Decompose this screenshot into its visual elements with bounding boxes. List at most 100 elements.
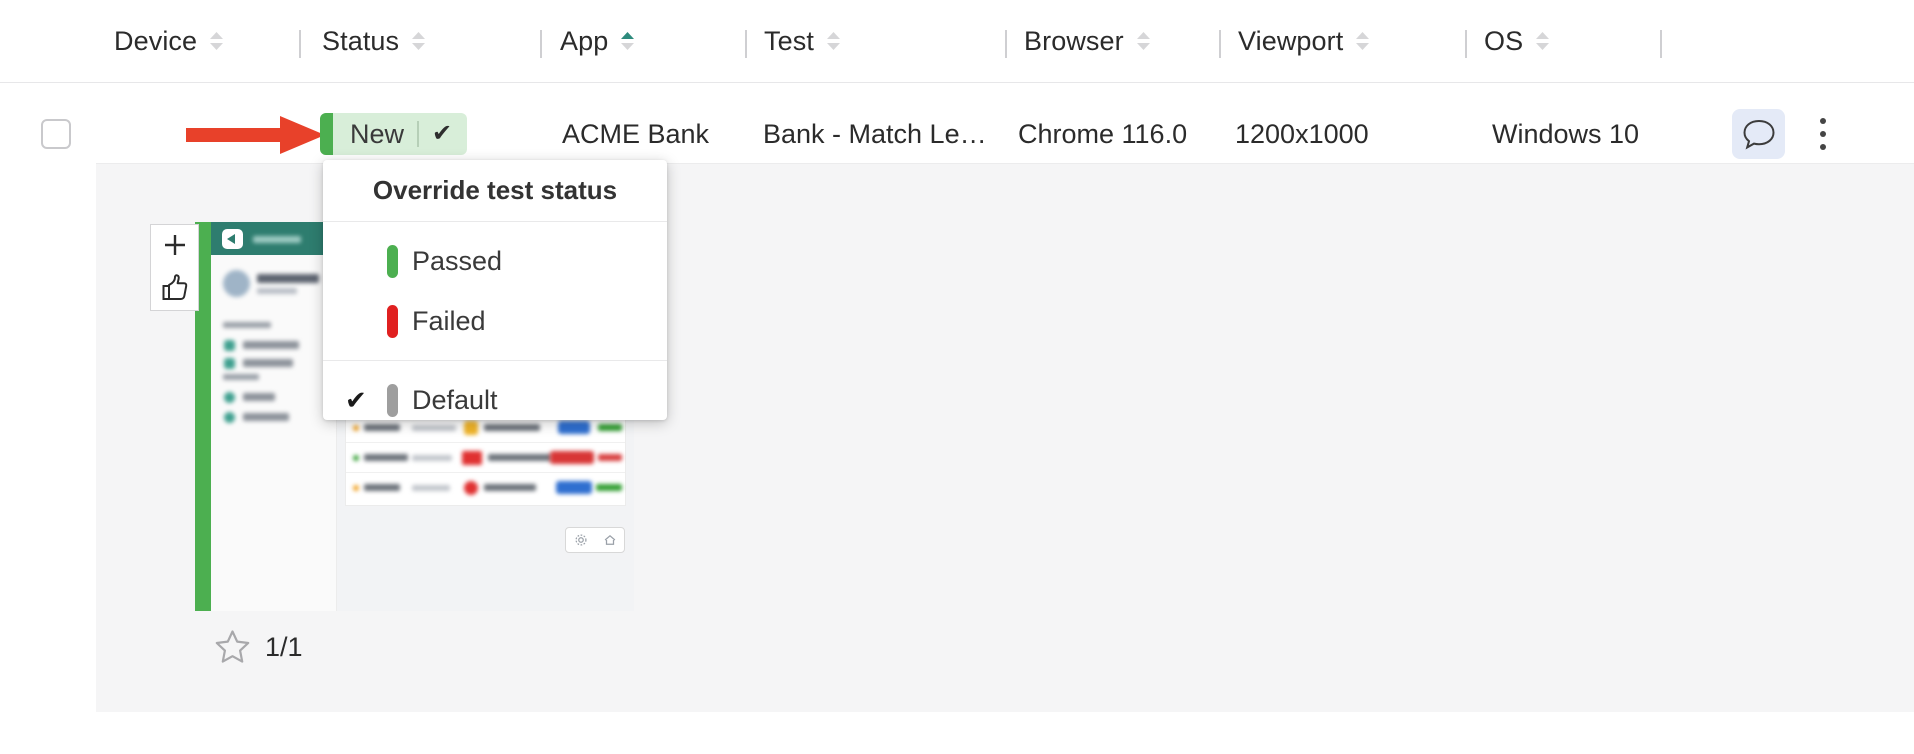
dropdown-item-default-label: Default — [412, 385, 498, 416]
dropdown-item-failed-label: Failed — [412, 306, 486, 337]
mock-section-heading-1 — [223, 322, 271, 328]
mock-nav-label-3 — [243, 393, 275, 401]
column-header-app[interactable]: App — [560, 0, 636, 82]
column-header-browser[interactable]: Browser — [1024, 0, 1152, 82]
mock-table-row — [346, 473, 625, 503]
dropdown-item-passed[interactable]: Passed — [323, 231, 667, 291]
column-header-viewport[interactable]: Viewport — [1238, 0, 1371, 82]
plus-icon[interactable] — [162, 232, 188, 258]
mock-nav-icon-2 — [224, 358, 235, 369]
header-divider-1 — [299, 30, 301, 58]
mock-brand-icon — [462, 451, 482, 465]
mock-avatar — [223, 270, 250, 297]
column-header-viewport-label: Viewport — [1238, 26, 1343, 57]
table-header-row: Device Status App — [0, 0, 1914, 83]
column-header-test[interactable]: Test — [764, 0, 842, 82]
mock-amount — [596, 484, 622, 491]
status-badge[interactable]: New ✔ — [320, 113, 467, 155]
mock-status-dot — [353, 485, 359, 491]
cell-browser: Chrome 116.0 — [1018, 113, 1187, 155]
mock-date-text — [412, 455, 452, 461]
dropdown-group-override: Passed Failed — [323, 222, 667, 361]
status-badge-label: New — [350, 119, 404, 150]
chevron-up-down-icon — [1534, 30, 1551, 52]
mock-merchant-text — [488, 454, 552, 461]
annotation-arrow-icon — [186, 115, 326, 155]
dropdown-title: Override test status — [323, 160, 667, 222]
cell-test: Bank - Match Le… — [763, 113, 987, 155]
mock-brand-icon — [464, 481, 478, 495]
sort-toggle-device[interactable] — [208, 30, 225, 52]
status-color-bar-default — [387, 384, 398, 417]
status-badge-content: New ✔ — [333, 113, 467, 155]
comment-button[interactable] — [1732, 109, 1785, 159]
row-select-checkbox[interactable] — [41, 119, 71, 149]
column-header-device[interactable]: Device — [114, 0, 225, 82]
mock-nav-icon-4 — [224, 412, 235, 423]
kebab-dot-3 — [1820, 144, 1826, 150]
header-divider-4 — [1005, 30, 1007, 58]
chevron-up-down-icon — [825, 30, 842, 52]
header-divider-5 — [1219, 30, 1221, 58]
sort-toggle-status[interactable] — [410, 30, 427, 52]
mock-nav-icon-1 — [224, 340, 235, 351]
star-outline-icon[interactable] — [214, 629, 251, 665]
mock-nav-label-1 — [243, 341, 299, 349]
status-color-bar-passed — [387, 245, 398, 278]
status-badge-check-icon[interactable]: ✔ — [432, 122, 452, 146]
header-divider-2 — [540, 30, 542, 58]
column-header-status-label: Status — [322, 26, 399, 57]
column-header-device-label: Device — [114, 26, 197, 57]
header-divider-7 — [1660, 30, 1662, 58]
mock-amount — [598, 454, 622, 461]
status-override-dropdown: Override test status Passed Failed ✔ Def… — [323, 160, 667, 420]
mock-nav-label-2 — [243, 359, 293, 367]
dropdown-item-passed-label: Passed — [412, 246, 502, 277]
sort-toggle-os[interactable] — [1534, 30, 1551, 52]
status-badge-bar — [320, 113, 333, 155]
thumbnail-tools — [150, 224, 199, 311]
comment-bubble-icon — [1742, 118, 1776, 150]
mock-nav-icon-3 — [224, 392, 235, 403]
chevron-up-down-icon — [410, 30, 427, 52]
column-header-status[interactable]: Status — [322, 0, 427, 82]
chevron-up-down-icon — [208, 30, 225, 52]
chevron-up-active-icon — [619, 30, 636, 52]
header-divider-3 — [745, 30, 747, 58]
cell-viewport: 1200x1000 — [1235, 113, 1369, 155]
mock-app-name — [253, 236, 301, 243]
sort-toggle-app[interactable] — [619, 30, 636, 52]
mock-floating-toolbar — [565, 527, 625, 553]
thumbnail-footer: 1/1 — [214, 629, 303, 665]
dropdown-group-default: ✔ Default — [323, 361, 667, 439]
kebab-dot-2 — [1820, 131, 1826, 137]
status-badge-separator — [417, 121, 419, 147]
cell-app: ACME Bank — [562, 113, 709, 155]
header-divider-6 — [1465, 30, 1467, 58]
column-header-browser-label: Browser — [1024, 26, 1124, 57]
dropdown-item-default[interactable]: ✔ Default — [323, 370, 667, 430]
column-header-os-label: OS — [1484, 26, 1523, 57]
chevron-up-down-icon — [1135, 30, 1152, 52]
sort-toggle-test[interactable] — [825, 30, 842, 52]
sort-toggle-viewport[interactable] — [1354, 30, 1371, 52]
mock-nav-label-4 — [243, 413, 289, 421]
thumbs-up-icon[interactable] — [160, 273, 190, 303]
mock-status-text — [364, 484, 400, 491]
step-counter: 1/1 — [265, 632, 303, 663]
dropdown-item-default-check-icon: ✔ — [345, 387, 373, 413]
mock-home-icon — [603, 533, 617, 547]
dropdown-item-failed[interactable]: Failed — [323, 291, 667, 351]
mock-merchant-text — [484, 484, 536, 491]
column-header-os[interactable]: OS — [1484, 0, 1551, 82]
column-header-test-label: Test — [764, 26, 814, 57]
status-color-bar-failed — [387, 305, 398, 338]
sort-toggle-browser[interactable] — [1135, 30, 1152, 52]
mock-table-row — [346, 443, 625, 473]
mock-gear-icon — [574, 533, 588, 547]
chevron-up-down-icon — [1354, 30, 1371, 52]
mock-date-text — [412, 485, 450, 491]
mock-category-badge — [556, 481, 592, 494]
row-actions-menu-button[interactable] — [1800, 110, 1846, 158]
mock-section-heading-2 — [223, 374, 259, 380]
